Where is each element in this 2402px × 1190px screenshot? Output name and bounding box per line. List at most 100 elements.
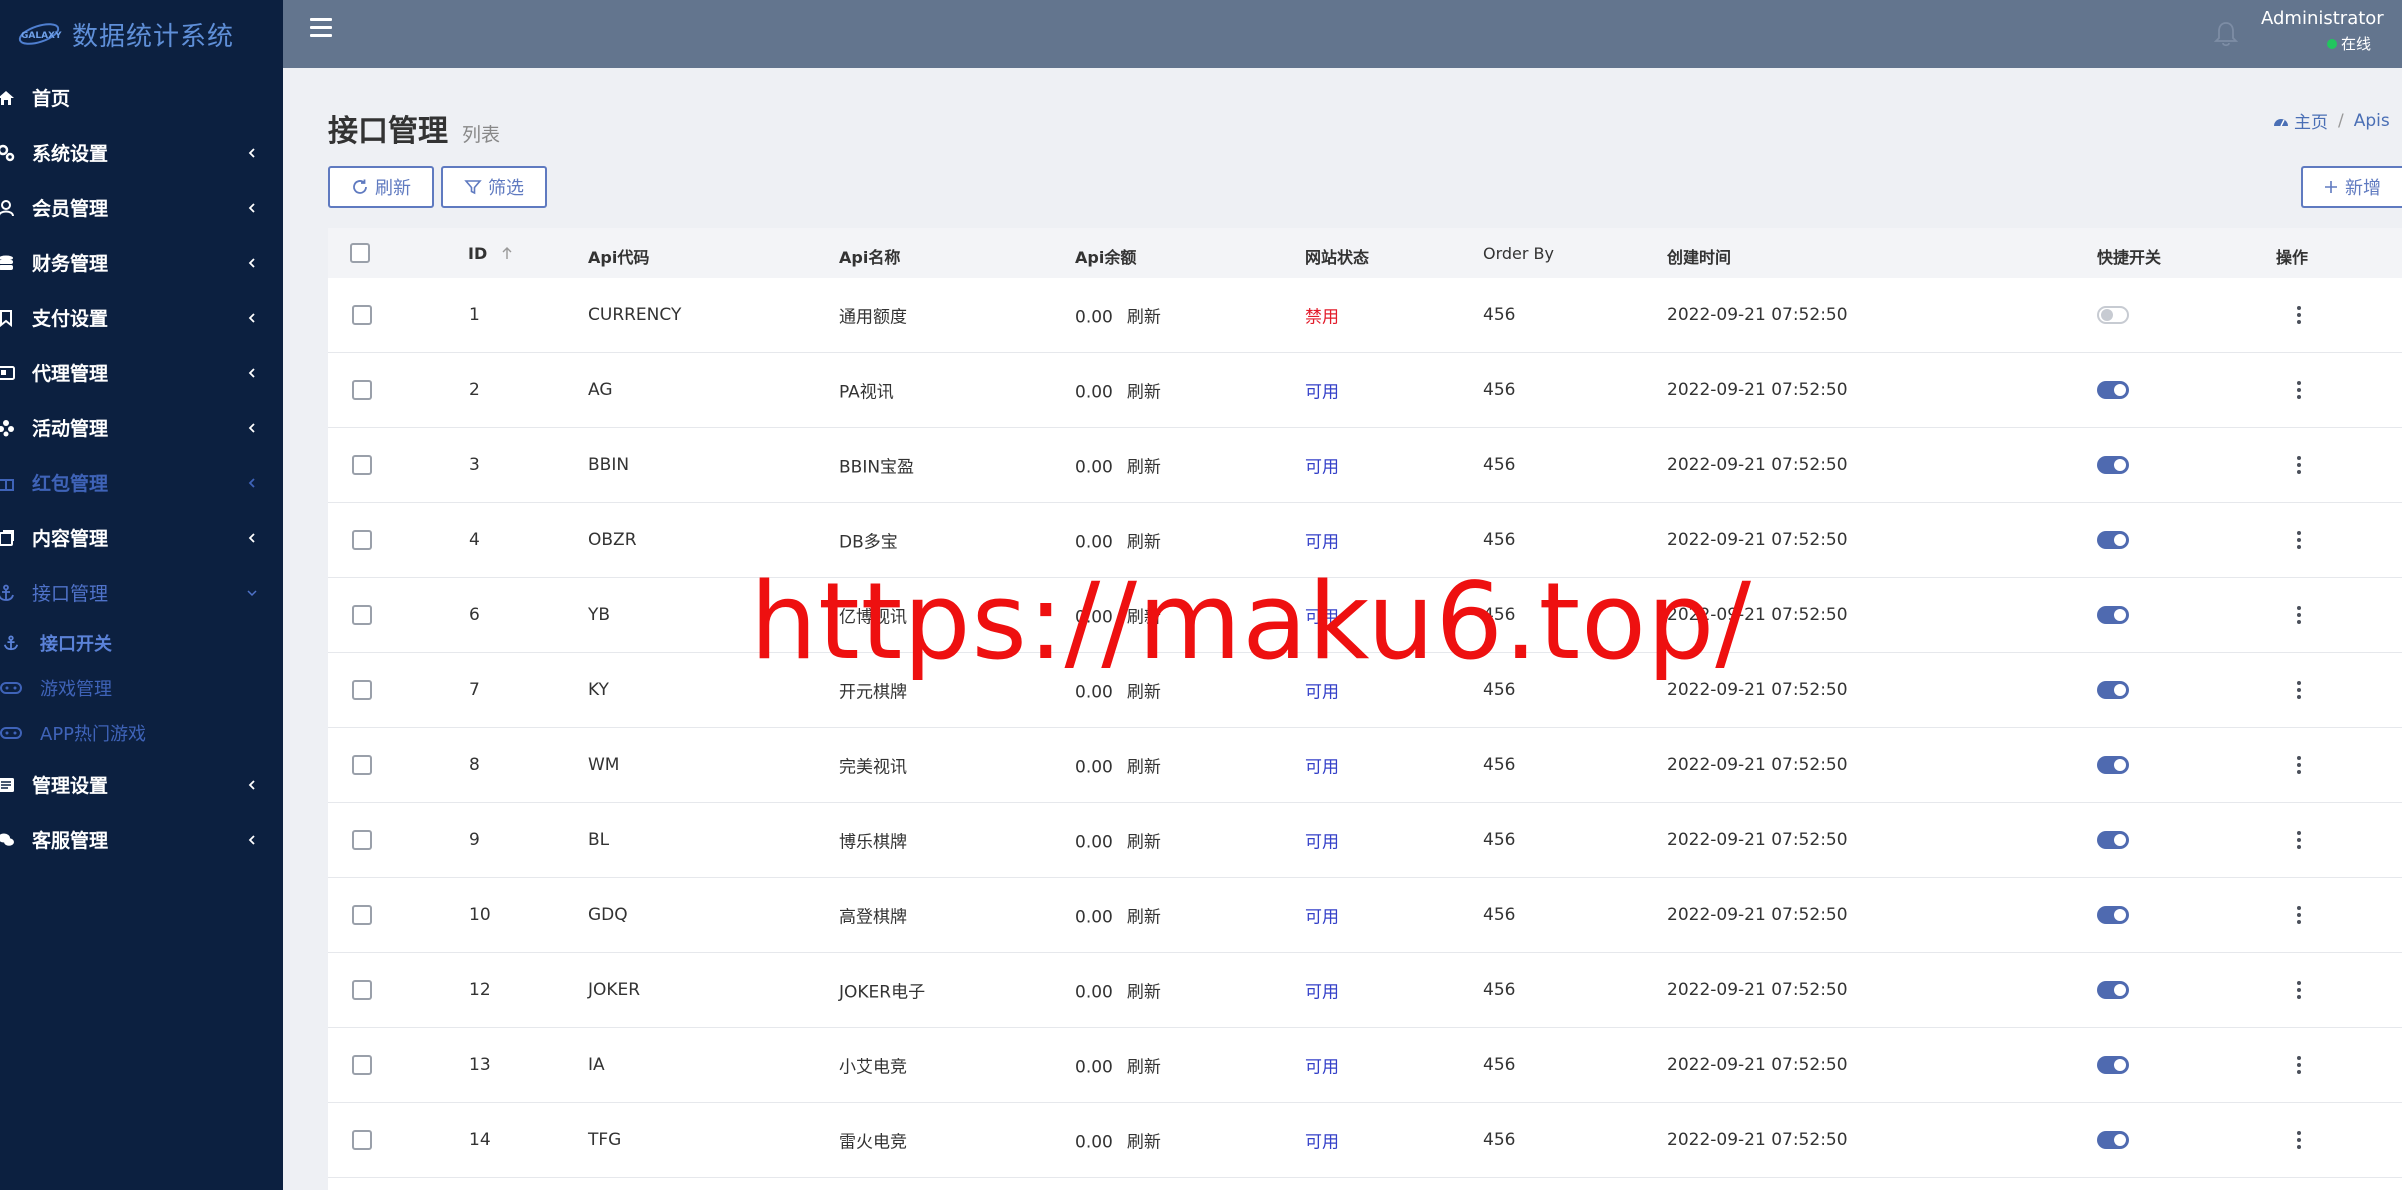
sidebar-menu: 首页 系统设置 会员管理 财务管理 支付设置 代理管理 活动管理 红包管理 内容… (0, 70, 283, 620)
row-api-code: KY (588, 680, 609, 700)
row-refresh-balance-link[interactable]: 刷新 (1127, 1133, 1161, 1153)
sidebar-item-home[interactable]: 首页 (0, 70, 283, 125)
row-balance-cell: 0.00 刷新 (1075, 303, 1161, 328)
row-refresh-balance-link[interactable]: 刷新 (1127, 383, 1161, 403)
row-actions-menu-icon[interactable] (2296, 681, 2302, 699)
row-quick-switch[interactable] (2097, 831, 2129, 849)
row-actions-menu-icon[interactable] (2296, 531, 2302, 549)
row-actions-menu-icon[interactable] (2296, 456, 2302, 474)
sort-up-icon[interactable] (501, 246, 513, 260)
sidebar-item-content[interactable]: 内容管理 (0, 510, 283, 565)
table-row: 1 CURRENCY 通用额度 0.00 刷新 禁用 456 2022-09-21… (328, 278, 2402, 353)
row-id: 9 (469, 830, 480, 850)
row-quick-switch[interactable] (2097, 606, 2129, 624)
sidebar-menu-lower: 管理设置 客服管理 (0, 757, 283, 867)
filter-button[interactable]: 筛选 (441, 166, 547, 208)
row-balance: 0.00 (1075, 382, 1113, 403)
row-id: 12 (469, 980, 491, 1000)
row-refresh-balance-link[interactable]: 刷新 (1127, 308, 1161, 328)
row-id: 13 (469, 1055, 491, 1075)
filter-icon (464, 180, 482, 195)
row-quick-switch[interactable] (2097, 456, 2129, 474)
row-actions-menu-icon[interactable] (2296, 381, 2302, 399)
row-checkbox[interactable] (352, 530, 372, 550)
row-quick-switch[interactable] (2097, 981, 2129, 999)
sidebar-item-customer-service[interactable]: 客服管理 (0, 812, 283, 867)
row-refresh-balance-link[interactable]: 刷新 (1127, 758, 1161, 778)
row-actions-menu-icon[interactable] (2296, 906, 2302, 924)
top-navbar: Administrator 在线 (283, 0, 2402, 68)
row-actions-menu-icon[interactable] (2296, 606, 2302, 624)
row-balance: 0.00 (1075, 307, 1113, 328)
row-refresh-balance-link[interactable]: 刷新 (1127, 983, 1161, 1003)
row-checkbox[interactable] (352, 380, 372, 400)
row-quick-switch[interactable] (2097, 1131, 2129, 1149)
list-alt-icon (0, 775, 16, 795)
refresh-button[interactable]: 刷新 (328, 166, 434, 208)
row-quick-switch[interactable] (2097, 306, 2129, 324)
add-button-label: 新增 (2345, 178, 2381, 199)
row-refresh-balance-link[interactable]: 刷新 (1127, 683, 1161, 703)
online-dot-icon (2326, 38, 2337, 49)
menu-toggle-icon[interactable] (310, 18, 332, 38)
row-checkbox[interactable] (352, 680, 372, 700)
select-all-checkbox[interactable] (350, 243, 370, 263)
row-actions-menu-icon[interactable] (2296, 306, 2302, 324)
row-order-by: 456 (1483, 1130, 1516, 1150)
submenu-item-api-switch[interactable]: 接口开关 (0, 620, 283, 665)
column-id[interactable]: ID (468, 244, 513, 263)
sidebar-item-finance[interactable]: 财务管理 (0, 235, 283, 290)
column-actions: 操作 (2276, 248, 2309, 267)
user-info[interactable]: Administrator 在线 (2261, 8, 2384, 54)
row-quick-switch[interactable] (2097, 681, 2129, 699)
page-header: 接口管理 列表 (328, 106, 500, 150)
breadcrumb-home[interactable]: 主页 (2294, 108, 2328, 133)
brand-title: 数据统计系统 (72, 21, 235, 52)
row-checkbox[interactable] (352, 905, 372, 925)
submenu-item-label: APP热门游戏 (40, 723, 147, 745)
row-checkbox[interactable] (352, 455, 372, 475)
row-refresh-balance-link[interactable]: 刷新 (1127, 833, 1161, 853)
row-checkbox[interactable] (352, 980, 372, 1000)
row-refresh-balance-link[interactable]: 刷新 (1127, 1058, 1161, 1078)
row-quick-switch[interactable] (2097, 1056, 2129, 1074)
sidebar-item-system-settings[interactable]: 系统设置 (0, 125, 283, 180)
sidebar-item-admin-settings[interactable]: 管理设置 (0, 757, 283, 812)
add-button[interactable]: 新增 (2301, 166, 2402, 208)
row-actions-menu-icon[interactable] (2296, 981, 2302, 999)
row-balance-cell: 0.00 刷新 (1075, 1128, 1161, 1153)
row-refresh-balance-link[interactable]: 刷新 (1127, 458, 1161, 478)
row-checkbox[interactable] (352, 605, 372, 625)
submenu-item-games[interactable]: 游戏管理 (0, 665, 283, 710)
brand[interactable]: GALAXY 数据统计系统 (0, 0, 283, 68)
sidebar-item-label: 内容管理 (32, 528, 109, 550)
row-quick-switch[interactable] (2097, 906, 2129, 924)
row-checkbox[interactable] (352, 305, 372, 325)
sidebar-item-api-management[interactable]: 接口管理 (0, 565, 283, 620)
bell-icon[interactable] (2213, 20, 2239, 48)
row-refresh-balance-link[interactable]: 刷新 (1127, 533, 1161, 553)
row-checkbox[interactable] (352, 1130, 372, 1150)
column-switch: 快捷开关 (2097, 248, 2162, 267)
row-actions-menu-icon[interactable] (2296, 831, 2302, 849)
sidebar-item-label: 管理设置 (32, 775, 109, 797)
row-created-at: 2022-09-21 07:52:50 (1667, 530, 1848, 550)
sidebar-item-payment[interactable]: 支付设置 (0, 290, 283, 345)
row-actions-menu-icon[interactable] (2296, 756, 2302, 774)
row-quick-switch[interactable] (2097, 756, 2129, 774)
sidebar-item-red-packets[interactable]: 红包管理 (0, 455, 283, 510)
row-actions-menu-icon[interactable] (2296, 1056, 2302, 1074)
row-quick-switch[interactable] (2097, 381, 2129, 399)
sidebar-item-agents[interactable]: 代理管理 (0, 345, 283, 400)
sidebar-item-members[interactable]: 会员管理 (0, 180, 283, 235)
row-checkbox[interactable] (352, 1055, 372, 1075)
table-row: 6 YB 亿博视讯 0.00 刷新 可用 456 2022-09-21 07:52… (328, 578, 2402, 653)
row-refresh-balance-link[interactable]: 刷新 (1127, 908, 1161, 928)
row-quick-switch[interactable] (2097, 531, 2129, 549)
submenu-item-app-hot-games[interactable]: APP热门游戏 (0, 710, 283, 755)
row-actions-menu-icon[interactable] (2296, 1131, 2302, 1149)
row-checkbox[interactable] (352, 755, 372, 775)
row-refresh-balance-link[interactable]: 刷新 (1127, 608, 1161, 628)
row-checkbox[interactable] (352, 830, 372, 850)
sidebar-item-activities[interactable]: 活动管理 (0, 400, 283, 455)
